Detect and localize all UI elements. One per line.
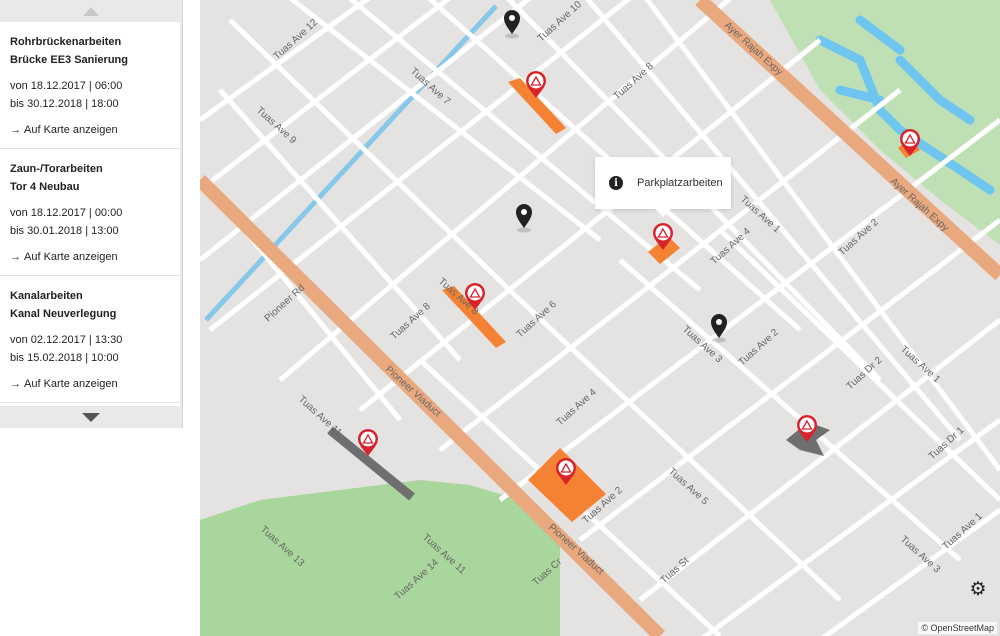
water-channel [204,4,498,322]
arrow-right-icon: → [10,378,21,390]
location-marker[interactable] [504,10,520,39]
road-label: Tuas Ave 11 [296,394,344,439]
work-item-subtitle: Brücke EE3 Sanierung [10,54,128,66]
show-on-map-label: Auf Karte anzeigen [24,251,118,263]
work-item-zaun: Zaun-/Torarbeiten Tor 4 Neubau von 18.12… [0,149,180,276]
work-item-title: Kanalarbeiten [10,290,83,302]
arrow-right-icon: → [10,251,21,263]
show-on-map-link[interactable]: → Auf Karte anzeigen [10,121,170,139]
work-item-from: von 02.12.2017 | 13:30 [10,334,123,346]
work-list: Rohrbrückenarbeiten Brücke EE3 Sanierung… [0,22,180,406]
chevron-down-icon [82,412,100,422]
work-item-title: Zaun-/Torarbeiten [10,163,103,175]
road-label: Ayer Rajah Expy [722,20,785,78]
work-item-from: von 18.12.2017 | 06:00 [10,80,123,92]
arrow-right-icon: → [10,124,21,136]
scroll-down-button[interactable] [0,406,182,428]
road-label: Tuas St [659,555,692,586]
road-label: Pioneer Rd [263,283,308,325]
info-icon: i [609,176,623,190]
map-attribution: © OpenStreetMap [918,622,997,634]
sidebar: Rohrbrückenarbeiten Brücke EE3 Sanierung… [0,0,183,428]
map-canvas[interactable]: Pioneer Rd Pioneer Viaduct Pioneer Viadu… [200,0,1000,636]
work-item-kanal: Kanalarbeiten Kanal Neuverlegung von 02.… [0,276,180,403]
map-popup: i Parkplatzarbeiten [595,157,731,217]
scroll-up-button[interactable] [0,0,182,22]
work-item-to: bis 30.12.2018 | 18:00 [10,98,119,110]
location-marker[interactable] [516,204,532,233]
work-item-subtitle: Tor 4 Neubau [10,181,80,193]
popup-text: Parkplatzarbeiten [637,177,723,189]
road-label: Tuas Ave 4 [555,387,599,429]
show-on-map-link[interactable]: → Auf Karte anzeigen [10,248,170,266]
road-label: Tuas Ave 1 [941,511,985,553]
road-label: Tuas Ave 6 [515,299,559,341]
map-svg: Pioneer Rd Pioneer Viaduct Pioneer Viadu… [200,0,1000,636]
work-item-title: Rohrbrückenarbeiten [10,36,122,48]
park-area-bottom-left [200,480,560,636]
work-item-to: bis 30.01.2018 | 13:00 [10,225,119,237]
work-item-rohrbruecke: Rohrbrückenarbeiten Brücke EE3 Sanierung… [0,22,180,149]
show-on-map-label: Auf Karte anzeigen [24,378,118,390]
show-on-map-link[interactable]: → Auf Karte anzeigen [10,375,170,393]
gear-icon[interactable]: ⚙ [968,580,988,600]
work-item-subtitle: Kanal Neuverlegung [10,308,117,320]
chevron-up-icon [83,6,99,16]
work-item-from: von 18.12.2017 | 00:00 [10,207,123,219]
show-on-map-label: Auf Karte anzeigen [24,124,118,136]
work-item-to: bis 15.02.2018 | 10:00 [10,352,119,364]
road-label: Tuas Dr 2 [845,355,885,393]
road-label: Tuas Ave 8 [612,61,656,103]
road-label: Tuas Ave 2 [737,327,781,369]
